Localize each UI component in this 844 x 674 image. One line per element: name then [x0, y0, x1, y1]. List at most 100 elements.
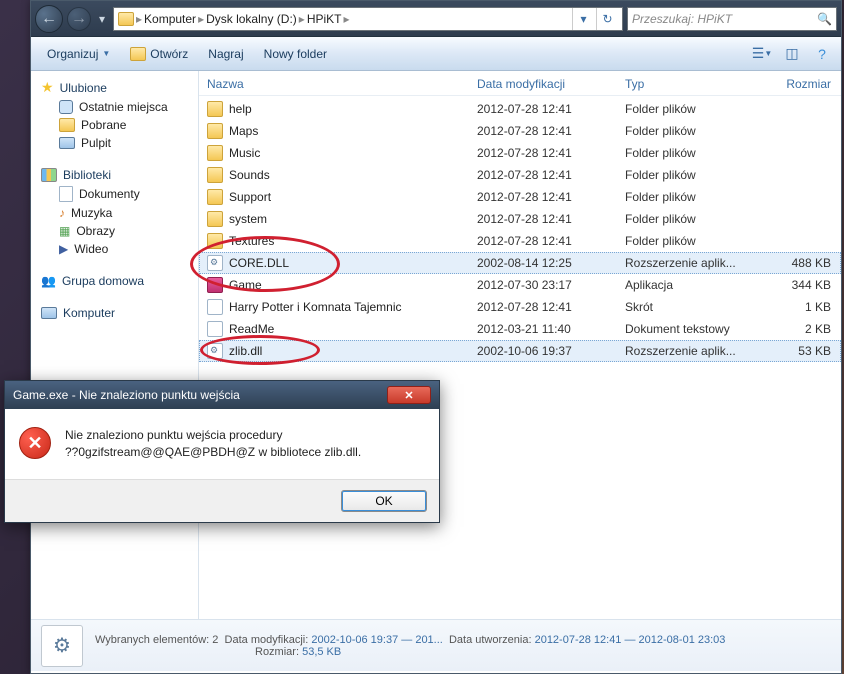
sidebar-item[interactable]: Dokumenty: [31, 184, 198, 204]
file-name: help: [229, 102, 252, 116]
forward-button[interactable]: →: [67, 7, 91, 31]
file-date: 2012-07-28 12:41: [477, 300, 625, 314]
folder-icon: [207, 211, 223, 227]
column-headers[interactable]: Nazwa Data modyfikacji Typ Rozmiar: [199, 71, 841, 96]
sidebar-item[interactable]: Ostatnie miejsca: [31, 98, 198, 116]
new-folder-button[interactable]: Nowy folder: [256, 43, 335, 65]
crumb[interactable]: Komputer: [144, 12, 196, 26]
status-bar: ⚙ Wybranych elementów: 2 Data modyfikacj…: [31, 619, 841, 671]
ok-button[interactable]: OK: [341, 490, 427, 512]
sidebar-libraries[interactable]: Biblioteki: [31, 166, 198, 184]
search-icon: 🔍: [817, 12, 832, 26]
file-size: 344 KB: [763, 278, 831, 292]
help-button[interactable]: ?: [811, 45, 833, 63]
sidebar-item[interactable]: ▶Wideo: [31, 240, 198, 258]
file-row[interactable]: help2012-07-28 12:41Folder plików: [199, 98, 841, 120]
folder-icon: [118, 12, 134, 26]
file-list: Nazwa Data modyfikacji Typ Rozmiar help2…: [199, 71, 841, 619]
file-size: 53 KB: [763, 344, 831, 358]
open-button[interactable]: Otwórz: [122, 43, 196, 65]
sidebar-computer[interactable]: Komputer: [31, 304, 198, 322]
file-row[interactable]: Game2012-07-30 23:17Aplikacja344 KB: [199, 274, 841, 296]
file-row[interactable]: system2012-07-28 12:41Folder plików: [199, 208, 841, 230]
file-row[interactable]: Harry Potter i Komnata Tajemnic2012-07-2…: [199, 296, 841, 318]
file-date: 2002-08-14 12:25: [477, 256, 625, 270]
file-row[interactable]: ReadMe2012-03-21 11:40Dokument tekstowy2…: [199, 318, 841, 340]
back-button[interactable]: ←: [35, 5, 63, 33]
sidebar: ★Ulubione Ostatnie miejsca Pobrane Pulpi…: [31, 71, 199, 619]
file-date: 2012-07-28 12:41: [477, 212, 625, 226]
file-date: 2012-07-28 12:41: [477, 124, 625, 138]
history-dropdown[interactable]: ▾: [95, 5, 109, 33]
file-type: Rozszerzenie aplik...: [625, 256, 763, 270]
computer-icon: [41, 307, 57, 319]
file-name: Support: [229, 190, 271, 204]
file-row[interactable]: Maps2012-07-28 12:41Folder plików: [199, 120, 841, 142]
dialog-title-bar[interactable]: Game.exe - Nie znaleziono punktu wejścia…: [5, 381, 439, 409]
organize-button[interactable]: Organizuj ▼: [39, 43, 118, 65]
close-button[interactable]: ✕: [387, 386, 431, 404]
sidebar-favorites[interactable]: ★Ulubione: [31, 77, 198, 98]
homegroup-icon: 👥: [41, 274, 56, 288]
preview-pane-button[interactable]: ◫: [781, 45, 803, 63]
file-row[interactable]: Support2012-07-28 12:41Folder plików: [199, 186, 841, 208]
col-type[interactable]: Typ: [625, 77, 763, 91]
file-name: system: [229, 212, 267, 226]
folder-icon: [207, 145, 223, 161]
col-size[interactable]: Rozmiar: [763, 77, 831, 91]
folder-icon: [207, 189, 223, 205]
folder-open-icon: [130, 47, 146, 61]
downloads-icon: [59, 118, 75, 132]
search-box[interactable]: Przeszukaj: HPiKT 🔍: [627, 7, 837, 31]
file-type: Dokument tekstowy: [625, 322, 763, 336]
refresh-icon[interactable]: ↻: [596, 8, 618, 30]
music-icon: ♪: [59, 206, 65, 220]
dll-icon: [207, 255, 223, 271]
pictures-icon: ▦: [59, 224, 70, 238]
file-date: 2002-10-06 19:37: [477, 344, 625, 358]
file-name: zlib.dll: [229, 344, 262, 358]
crumb[interactable]: Dysk lokalny (D:): [206, 12, 297, 26]
view-button[interactable]: ☰ ▼: [751, 45, 773, 63]
file-name: Textures: [229, 234, 274, 248]
file-size: 1 KB: [763, 300, 831, 314]
file-name: ReadMe: [229, 322, 274, 336]
file-row[interactable]: Textures 2012-07-28 12:41Folder plików: [199, 230, 841, 252]
dll-icon: [207, 343, 223, 359]
col-name[interactable]: Nazwa: [207, 77, 477, 91]
star-icon: ★: [41, 79, 54, 96]
dialog-message: Nie znaleziono punktu wejścia procedury …: [65, 427, 361, 461]
error-dialog: Game.exe - Nie znaleziono punktu wejścia…: [4, 380, 440, 523]
file-date: 2012-07-28 12:41: [477, 190, 625, 204]
addr-dropdown-icon[interactable]: ▾: [572, 8, 594, 30]
documents-icon: [59, 186, 73, 202]
folder-icon: [207, 101, 223, 117]
file-type: Folder plików: [625, 234, 763, 248]
file-size: 488 KB: [763, 256, 831, 270]
file-row[interactable]: zlib.dll2002-10-06 19:37Rozszerzenie apl…: [199, 340, 841, 362]
sidebar-homegroup[interactable]: 👥Grupa domowa: [31, 272, 198, 290]
sidebar-item[interactable]: Pobrane: [31, 116, 198, 134]
address-bar[interactable]: ▸ Komputer ▸ Dysk lokalny (D:) ▸ HPiKT ▸…: [113, 7, 623, 31]
sidebar-item[interactable]: ▦Obrazy: [31, 222, 198, 240]
sidebar-item[interactable]: Pulpit: [31, 134, 198, 152]
file-row[interactable]: CORE.DLL2002-08-14 12:25Rozszerzenie apl…: [199, 252, 841, 274]
sidebar-item[interactable]: ♪Muzyka: [31, 204, 198, 222]
file-name: Maps: [229, 124, 258, 138]
recent-icon: [59, 100, 73, 114]
file-row[interactable]: Music2012-07-28 12:41Folder plików: [199, 142, 841, 164]
file-type: Folder plików: [625, 146, 763, 160]
file-row[interactable]: Sounds2012-07-28 12:41Folder plików: [199, 164, 841, 186]
file-name: Game: [229, 278, 262, 292]
lnk-icon: [207, 299, 223, 315]
search-placeholder: Przeszukaj: HPiKT: [632, 12, 732, 26]
file-name: Music: [229, 146, 260, 160]
txt-icon: [207, 321, 223, 337]
file-name: Sounds: [229, 168, 270, 182]
col-date[interactable]: Data modyfikacji: [477, 77, 625, 91]
burn-button[interactable]: Nagraj: [200, 43, 251, 65]
file-date: 2012-07-28 12:41: [477, 168, 625, 182]
desktop-icon: [59, 137, 75, 149]
crumb[interactable]: HPiKT: [307, 12, 342, 26]
file-date: 2012-07-28 12:41: [477, 234, 625, 248]
